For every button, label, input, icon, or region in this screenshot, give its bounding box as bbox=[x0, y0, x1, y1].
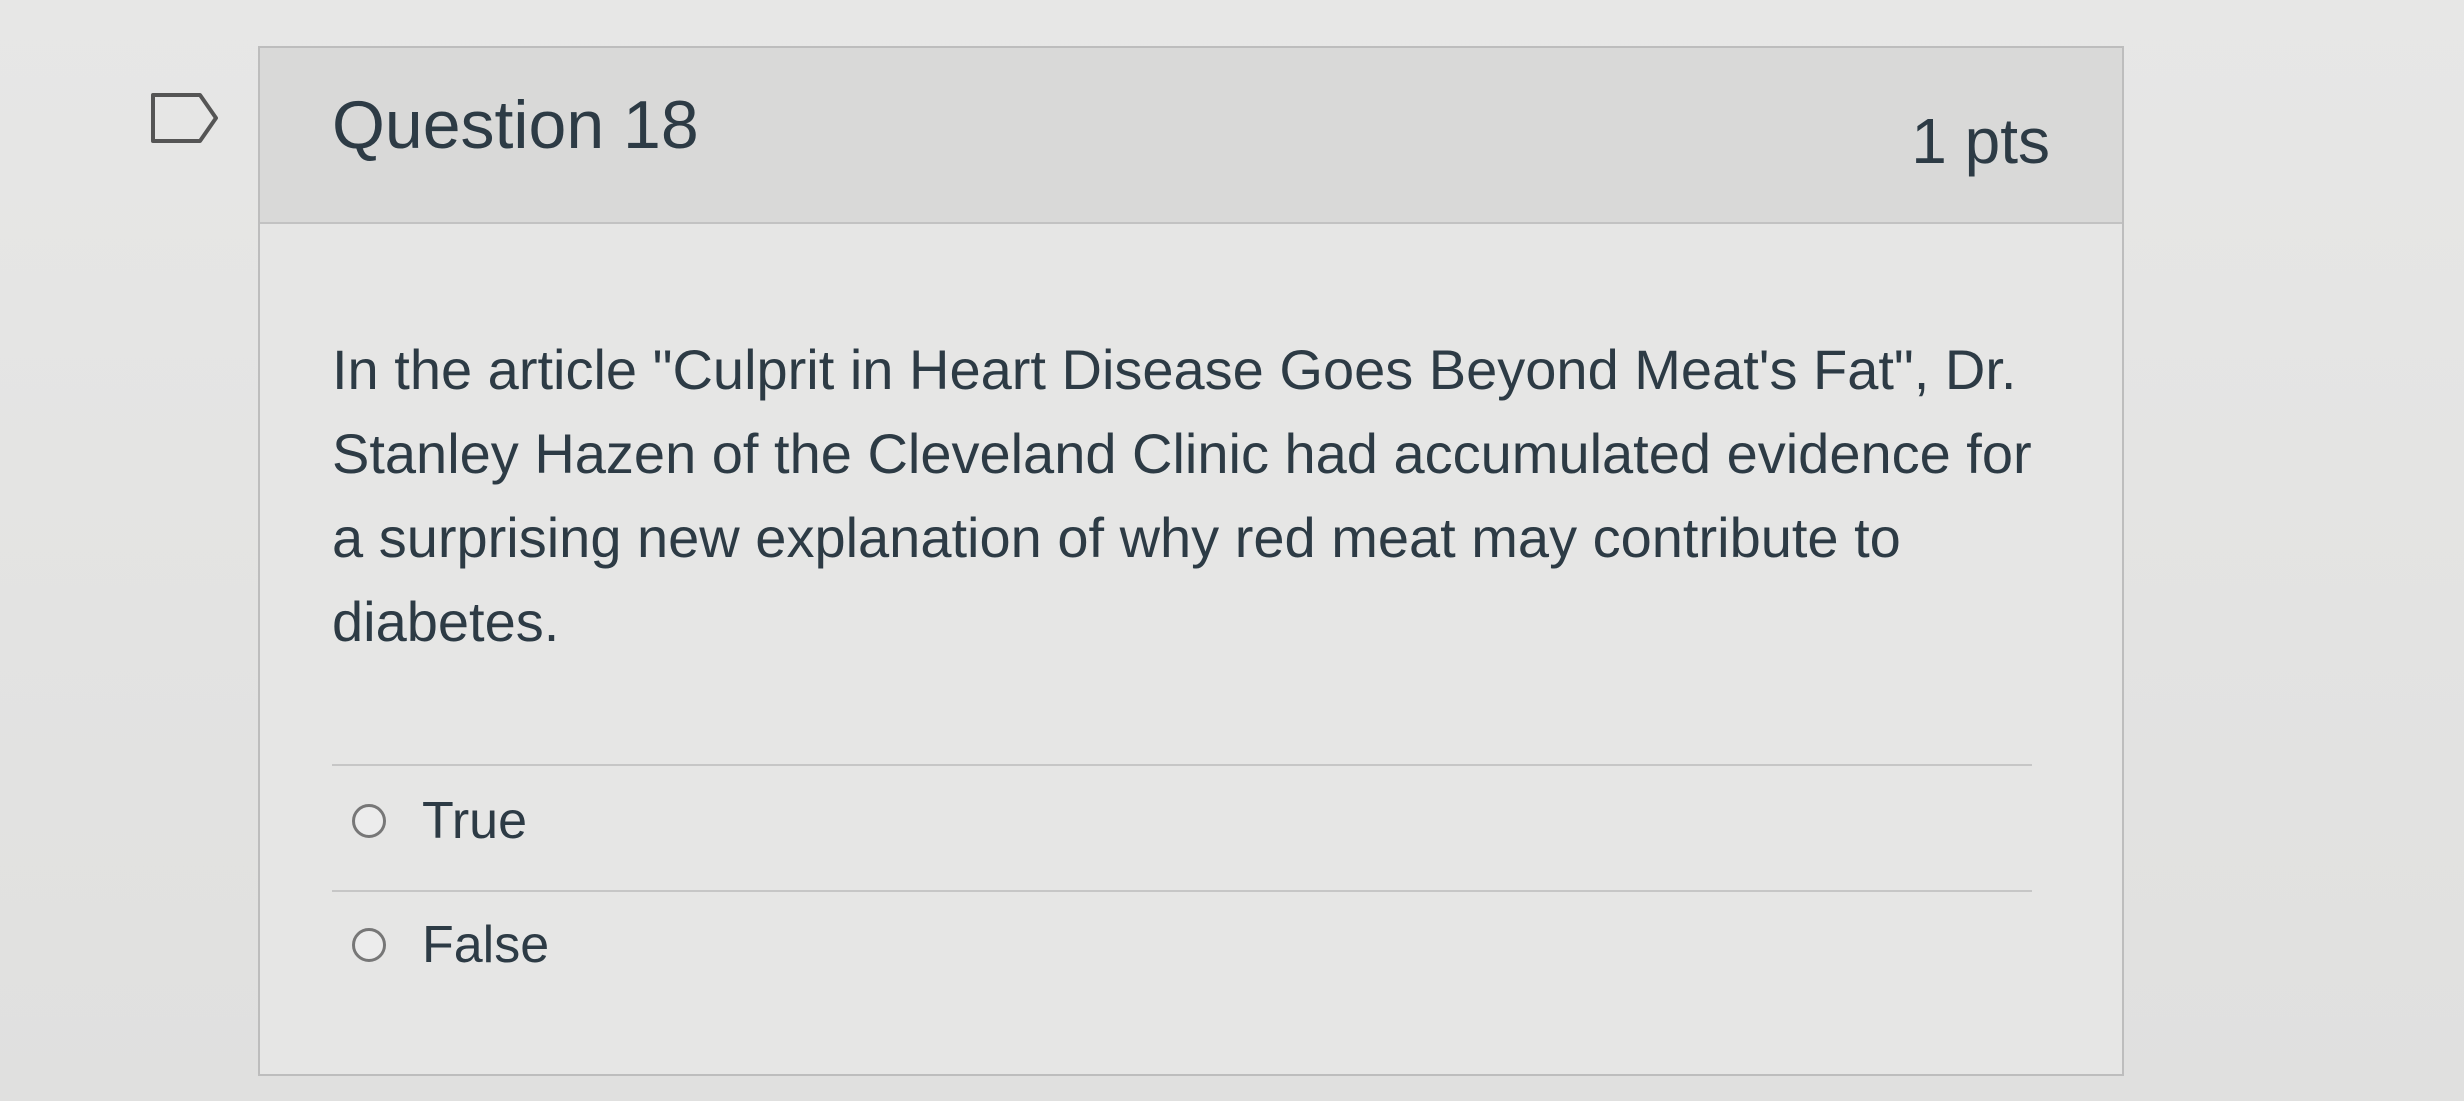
flag-question-button[interactable] bbox=[150, 92, 220, 144]
answer-label-false: False bbox=[422, 916, 550, 974]
answer-divider bbox=[332, 890, 2032, 892]
question-card: Question 18 1 pts In the article "Culpri… bbox=[258, 46, 2124, 1076]
question-text: In the article "Culprit in Heart Disease… bbox=[332, 338, 2032, 653]
answer-label-true: True bbox=[422, 792, 527, 850]
radio-true[interactable] bbox=[352, 804, 386, 838]
flag-bookmark-icon bbox=[151, 93, 218, 143]
page-background: Question 18 1 pts In the article "Culpri… bbox=[0, 0, 2464, 1101]
radio-false[interactable] bbox=[352, 928, 386, 962]
answer-false[interactable]: False bbox=[352, 910, 549, 980]
question-points: 1 pts bbox=[1911, 105, 2050, 177]
question-title: Question 18 bbox=[332, 87, 699, 163]
answer-divider bbox=[332, 764, 2032, 766]
question-header: Question 18 1 pts bbox=[260, 48, 2122, 224]
answer-true[interactable]: True bbox=[352, 786, 527, 856]
